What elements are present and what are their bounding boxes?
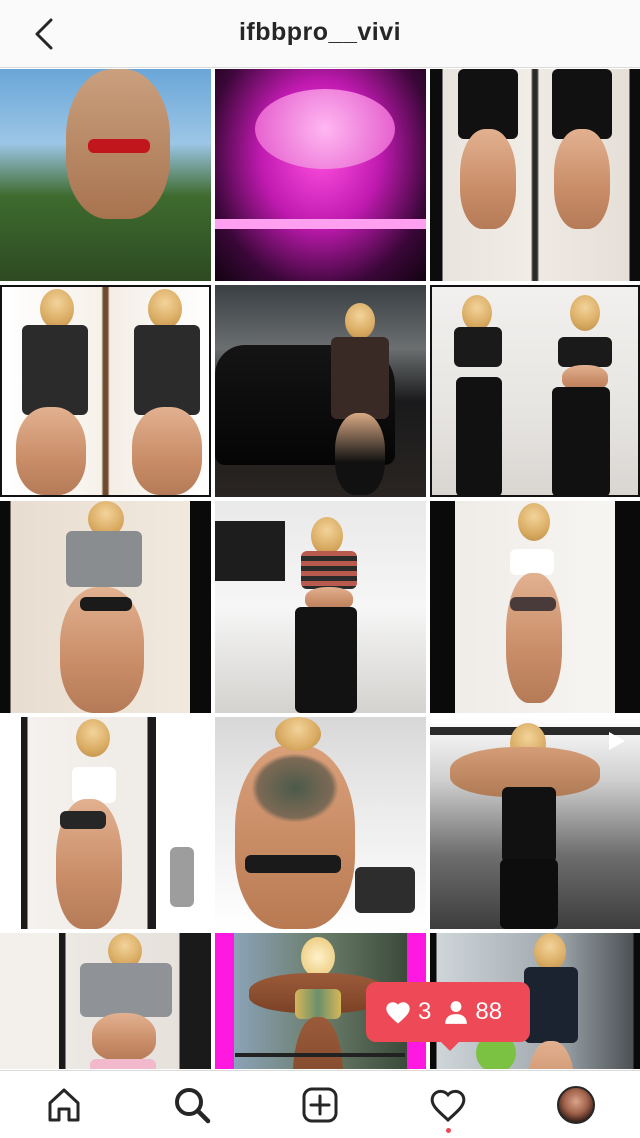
tab-activity[interactable] (416, 1075, 480, 1135)
popup-pointer (440, 1041, 460, 1051)
heart-icon (386, 1002, 410, 1024)
post-thumbnail-7[interactable] (0, 501, 211, 713)
tab-new-post[interactable] (288, 1075, 352, 1135)
activity-notification-popup[interactable]: 3 88 (366, 982, 530, 1042)
tab-home[interactable] (32, 1075, 96, 1135)
post-thumbnail-13[interactable] (0, 933, 211, 1069)
post-thumbnail-10[interactable] (0, 717, 211, 929)
top-bar: ifbbpro__vivi (0, 0, 640, 68)
post-thumbnail-3[interactable] (430, 69, 640, 281)
posts-grid (0, 69, 640, 1069)
post-thumbnail-12[interactable] (430, 717, 640, 929)
profile-avatar (557, 1085, 595, 1124)
post-thumbnail-1[interactable] (0, 69, 211, 281)
profile-username: ifbbpro__vivi (238, 18, 402, 46)
post-thumbnail-2[interactable] (215, 69, 426, 281)
new-post-icon (302, 1087, 338, 1122)
post-thumbnail-6[interactable] (430, 285, 640, 497)
likes-count: 3 (418, 998, 432, 1025)
post-thumbnail-9[interactable] (430, 501, 640, 713)
person-icon (445, 1001, 468, 1024)
tab-search[interactable] (160, 1075, 224, 1135)
tab-profile[interactable] (544, 1075, 608, 1135)
search-icon (175, 1087, 211, 1123)
followers-count-group: 88 (443, 998, 502, 1026)
video-indicator-icon (609, 732, 625, 750)
followers-count: 88 (475, 998, 503, 1025)
notification-dot (446, 1127, 451, 1133)
likes-count-group: 3 (384, 998, 431, 1026)
post-thumbnail-11[interactable] (215, 717, 426, 929)
post-thumbnail-8[interactable] (215, 501, 426, 713)
post-thumbnail-5[interactable] (215, 285, 426, 497)
post-thumbnail-4[interactable] (0, 285, 211, 497)
bottom-tab-bar (0, 1070, 640, 1138)
home-icon (48, 1088, 80, 1121)
activity-heart-icon (430, 1089, 466, 1122)
